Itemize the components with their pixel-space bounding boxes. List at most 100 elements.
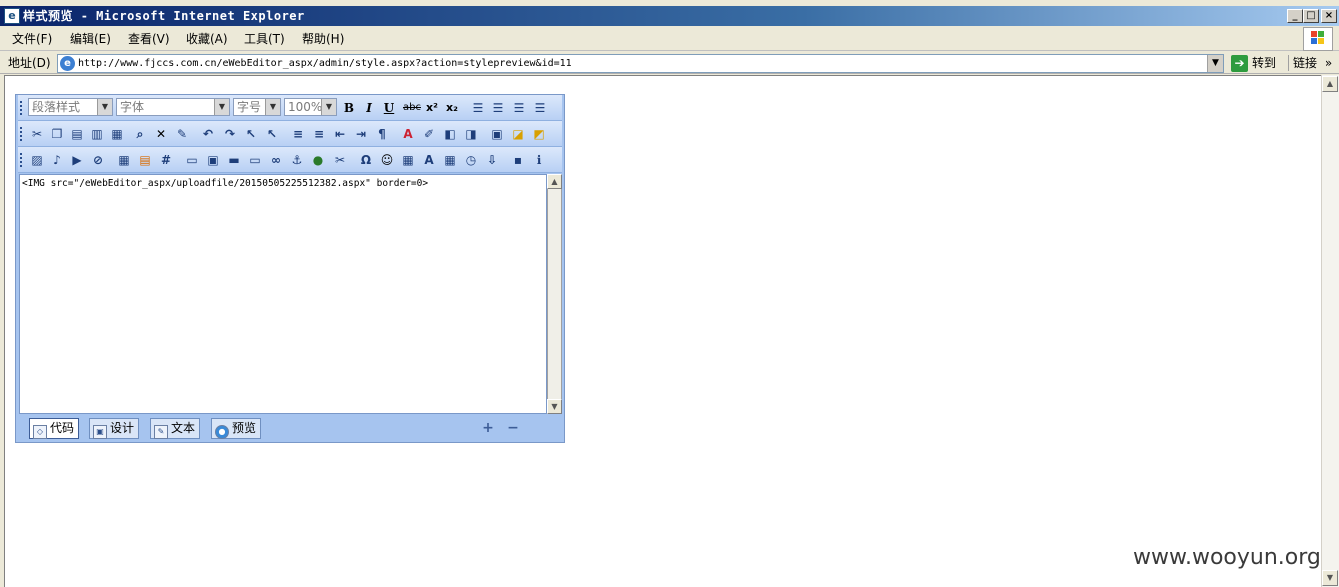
go-arrow-icon: ➔ xyxy=(1231,55,1248,72)
align-center-icon[interactable]: ☰ xyxy=(489,99,507,117)
align-left-icon[interactable]: ☰ xyxy=(469,99,487,117)
zoom-select[interactable]: 100% ▼ xyxy=(284,98,337,116)
shrink-editor-icon[interactable]: − xyxy=(506,420,520,436)
image-icon[interactable]: ▨ xyxy=(28,151,46,169)
tab-text[interactable]: ✎ 文本 xyxy=(150,418,201,439)
paste-word-icon[interactable]: ▦ xyxy=(108,125,126,143)
horizontal-rule-icon[interactable]: ▬ xyxy=(225,151,243,169)
italic-button[interactable]: I xyxy=(360,99,378,117)
strikethrough-button[interactable]: abc xyxy=(400,99,424,117)
about-icon[interactable]: ℹ xyxy=(530,151,548,169)
paste-text-icon[interactable]: ▥ xyxy=(88,125,106,143)
toolbar-grip[interactable] xyxy=(20,101,23,115)
bring-forward-icon[interactable]: ◧ xyxy=(441,125,459,143)
grid-icon[interactable]: # xyxy=(157,151,175,169)
underline-button[interactable]: U xyxy=(380,99,398,117)
close-button[interactable]: × xyxy=(1321,9,1337,23)
subscript-button[interactable]: x₂ xyxy=(443,99,461,117)
time-icon[interactable]: ◷ xyxy=(462,151,480,169)
font-color-icon[interactable]: A xyxy=(399,125,417,143)
layer-group-icon[interactable]: ◩ xyxy=(530,125,548,143)
links-button[interactable]: 链接 » xyxy=(1288,55,1332,71)
align-right-icon[interactable]: ☰ xyxy=(510,99,528,117)
table-icon[interactable]: ▦ xyxy=(115,151,133,169)
editor-toolbar-edit: ✂ ❐ ▤ ▥ ▦ ⌕ ✕ ✎ ↶ ↷ ↖ ↖ ≡ ≡ ⇤ ⇥ ¶ A ✐ ◧ … xyxy=(18,121,562,147)
address-url[interactable]: http://www.fjccs.com.cn/eWebEditor_aspx/… xyxy=(78,56,572,72)
paste-icon[interactable]: ▤ xyxy=(68,125,86,143)
remove-format-icon[interactable]: ✎ xyxy=(173,125,191,143)
unselect-icon[interactable]: ↖ xyxy=(263,125,281,143)
editor-content[interactable]: <IMG src="/eWebEditor_aspx/uploadfile/20… xyxy=(22,177,428,190)
flash-icon[interactable]: ♪ xyxy=(48,151,66,169)
copy-icon[interactable]: ❐ xyxy=(48,125,66,143)
unordered-list-icon[interactable]: ≡ xyxy=(310,125,328,143)
minimize-button[interactable]: _ xyxy=(1287,9,1303,23)
menu-edit[interactable]: 编辑(E) xyxy=(70,31,111,47)
address-dropdown-icon[interactable]: ▼ xyxy=(1207,55,1223,72)
editor-code-area[interactable]: <IMG src="/eWebEditor_aspx/uploadfile/20… xyxy=(19,174,547,414)
paragraph-style-select[interactable]: 段落样式 ▼ xyxy=(28,98,113,116)
anchor-icon[interactable]: ⚓ xyxy=(288,151,306,169)
table-properties-icon[interactable]: ▤ xyxy=(136,151,154,169)
chevron-down-icon: ▼ xyxy=(214,99,229,115)
unlink-icon[interactable]: ✂ xyxy=(331,151,349,169)
paragraph-icon[interactable]: ¶ xyxy=(373,125,391,143)
tab-preview[interactable]: ● 预览 xyxy=(211,418,262,439)
outdent-icon[interactable]: ⇤ xyxy=(331,125,349,143)
date-icon[interactable]: ▦ xyxy=(441,151,459,169)
emoticon-icon[interactable]: ☺ xyxy=(378,151,396,169)
bold-button[interactable]: B xyxy=(340,99,358,117)
scroll-down-icon[interactable]: ▼ xyxy=(1322,570,1338,586)
toolbar-grip[interactable] xyxy=(20,127,23,141)
font-size-select[interactable]: 字号 ▼ xyxy=(233,98,281,116)
menu-view[interactable]: 查看(V) xyxy=(128,31,170,47)
form-icon[interactable]: ▭ xyxy=(183,151,201,169)
link-icon[interactable]: ∞ xyxy=(267,151,285,169)
chevron-right-icon: » xyxy=(1324,56,1333,70)
page-scrollbar[interactable]: ▲ ▼ xyxy=(1321,75,1339,587)
undo-icon[interactable]: ↶ xyxy=(199,125,217,143)
toolbar-grip[interactable] xyxy=(20,153,23,167)
scroll-up-icon[interactable]: ▲ xyxy=(1322,76,1338,92)
enlarge-editor-icon[interactable]: + xyxy=(481,420,495,436)
scroll-up-icon[interactable]: ▲ xyxy=(547,174,562,189)
ordered-list-icon[interactable]: ≡ xyxy=(289,125,307,143)
menu-help[interactable]: 帮助(H) xyxy=(302,31,344,47)
delete-icon[interactable]: ✕ xyxy=(152,125,170,143)
superscript-button[interactable]: x² xyxy=(423,99,441,117)
map-icon[interactable]: ● xyxy=(309,151,327,169)
tab-code[interactable]: ◇ 代码 xyxy=(29,418,80,439)
absolute-position-icon[interactable]: ▣ xyxy=(488,125,506,143)
tab-design[interactable]: ▣ 设计 xyxy=(89,418,140,439)
align-justify-icon[interactable]: ☰ xyxy=(531,99,549,117)
chevron-down-icon: ▼ xyxy=(321,99,336,115)
menu-favorites[interactable]: 收藏(A) xyxy=(186,31,228,47)
highlight-icon[interactable]: ✐ xyxy=(420,125,438,143)
go-button[interactable]: ➔ 转到 xyxy=(1231,54,1276,73)
layer-icon[interactable]: ◪ xyxy=(509,125,527,143)
special-char-icon[interactable]: Ω xyxy=(357,151,375,169)
editor-scrollbar[interactable]: ▲ ▼ xyxy=(547,174,562,414)
font-select[interactable]: 字体 ▼ xyxy=(116,98,230,116)
attachment-icon[interactable]: ⊘ xyxy=(89,151,107,169)
import-icon[interactable]: ⇩ xyxy=(483,151,501,169)
find-icon[interactable]: ⌕ xyxy=(131,125,149,143)
art-text-icon[interactable]: A xyxy=(420,151,438,169)
indent-icon[interactable]: ⇥ xyxy=(352,125,370,143)
editor-mode-bar: ◇ 代码 ▣ 设计 ✎ 文本 ● 预览 + − xyxy=(19,416,562,441)
iframe-icon[interactable]: ▣ xyxy=(204,151,222,169)
marquee-icon[interactable]: ▭ xyxy=(246,151,264,169)
send-backward-icon[interactable]: ◨ xyxy=(462,125,480,143)
select-all-icon[interactable]: ↖ xyxy=(242,125,260,143)
scroll-down-icon[interactable]: ▼ xyxy=(547,399,562,414)
excel-icon[interactable]: ▦ xyxy=(399,151,417,169)
cut-icon[interactable]: ✂ xyxy=(28,125,46,143)
redo-icon[interactable]: ↷ xyxy=(221,125,239,143)
media-icon[interactable]: ▶ xyxy=(68,151,86,169)
maximize-button[interactable]: □ xyxy=(1303,9,1319,23)
tab-code-label: 代码 xyxy=(50,421,75,435)
save-icon[interactable]: ▪ xyxy=(509,151,527,169)
address-input[interactable]: e http://www.fjccs.com.cn/eWebEditor_asp… xyxy=(57,54,1224,73)
menu-file[interactable]: 文件(F) xyxy=(12,31,52,47)
menu-tools[interactable]: 工具(T) xyxy=(244,31,285,47)
